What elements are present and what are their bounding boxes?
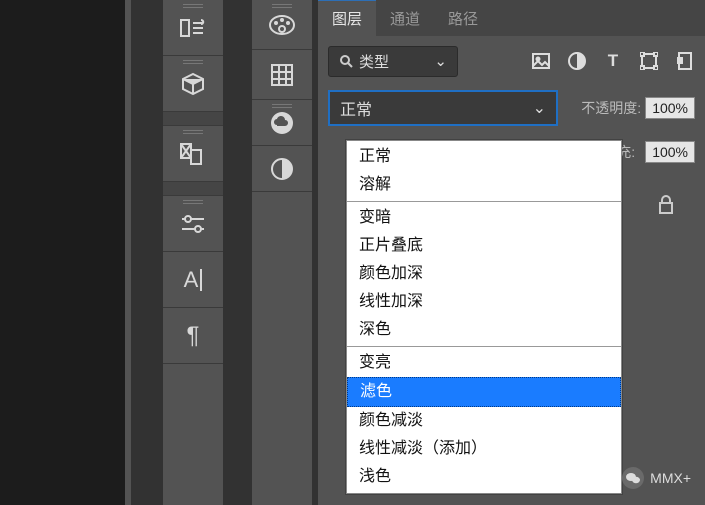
- adjust-button[interactable]: [163, 196, 223, 252]
- blend-option[interactable]: 颜色减淡: [347, 407, 621, 435]
- filter-pixel-icon[interactable]: [531, 51, 551, 71]
- lock-icon: [657, 194, 675, 214]
- character-button[interactable]: A: [163, 252, 223, 308]
- blend-option[interactable]: 浅色: [347, 463, 621, 491]
- blend-option[interactable]: 深色: [347, 316, 621, 344]
- blend-option[interactable]: 正片叠底: [347, 232, 621, 260]
- blend-row: 正常 ⌄ 不透明度: 100%: [318, 86, 705, 130]
- blend-option[interactable]: 变暗: [347, 204, 621, 232]
- tab-channels[interactable]: 通道: [376, 0, 434, 36]
- blend-option[interactable]: 滤色: [347, 377, 621, 407]
- cloud-button[interactable]: [252, 100, 312, 146]
- search-icon: [339, 54, 353, 68]
- blend-option[interactable]: 正常: [347, 143, 621, 171]
- opacity-label: 不透明度:: [581, 98, 641, 118]
- wechat-icon: [622, 467, 644, 489]
- filter-shape-icon[interactable]: [639, 51, 659, 71]
- contrast-button[interactable]: [252, 146, 312, 192]
- chevron-down-icon: ⌄: [533, 98, 546, 118]
- 3d-button[interactable]: [163, 56, 223, 112]
- blend-mode-value: 正常: [340, 96, 372, 120]
- watermark: MMX+: [622, 467, 691, 489]
- blend-option[interactable]: 颜色加深: [347, 260, 621, 288]
- blend-option[interactable]: 溶解: [347, 171, 621, 199]
- filter-smart-icon[interactable]: [675, 51, 695, 71]
- blend-option[interactable]: 线性减淡（添加）: [347, 435, 621, 463]
- chevron-down-icon: ⌄: [434, 52, 447, 70]
- filter-type-dropdown[interactable]: 类型 ⌄: [328, 46, 458, 77]
- blend-option[interactable]: 线性加深: [347, 288, 621, 316]
- design-button[interactable]: [163, 126, 223, 182]
- opacity-value[interactable]: 100%: [645, 97, 695, 119]
- fill-value[interactable]: 100%: [645, 141, 695, 163]
- paragraph-button[interactable]: ¶: [163, 308, 223, 364]
- panel-strip-a: A ¶: [163, 0, 223, 505]
- tab-layers[interactable]: 图层: [318, 0, 376, 36]
- blend-mode-dropdown[interactable]: 正常 ⌄: [328, 90, 558, 126]
- tab-paths[interactable]: 路径: [434, 0, 492, 36]
- swatches-button[interactable]: [252, 0, 312, 50]
- panel-strip-b: [252, 0, 312, 505]
- blend-option[interactable]: 变亮: [347, 349, 621, 377]
- canvas-area: [0, 0, 131, 505]
- filter-row: 类型 ⌄ T: [318, 36, 705, 86]
- filter-type-icon[interactable]: T: [603, 51, 623, 71]
- filter-type-label: 类型: [359, 51, 389, 72]
- watermark-text: MMX+: [650, 470, 691, 486]
- panel-tabs: 图层 通道 路径: [318, 0, 705, 36]
- filter-adjust-icon[interactable]: [567, 51, 587, 71]
- blend-mode-menu[interactable]: 正常溶解变暗正片叠底颜色加深线性加深深色变亮滤色颜色减淡线性减淡（添加）浅色: [346, 140, 622, 494]
- history-button[interactable]: [163, 0, 223, 56]
- grid-button[interactable]: [252, 50, 312, 100]
